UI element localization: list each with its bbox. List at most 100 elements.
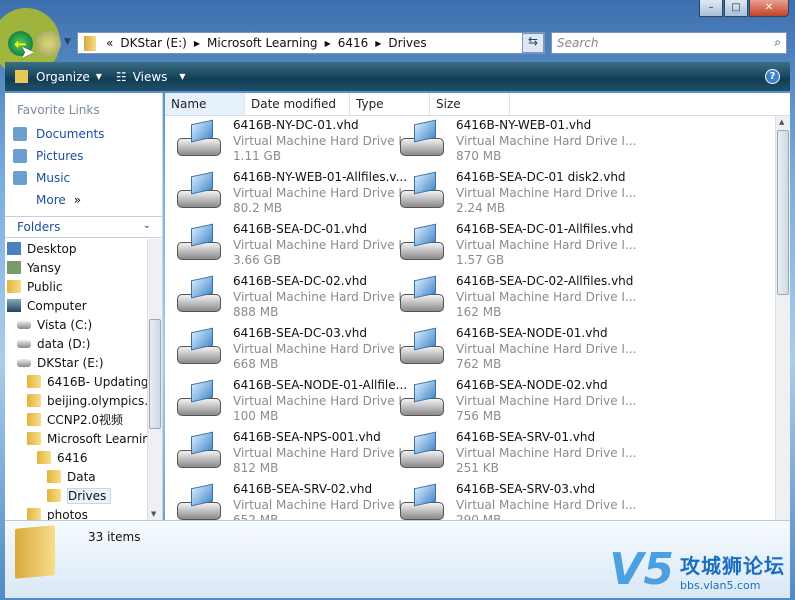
folder-tree: Desktop Yansy Public Computer Vista (C:) data…: [5, 239, 148, 520]
tree-item[interactable]: Microsoft Learning: [5, 429, 148, 448]
file-tile[interactable]: 6416B-SEA-SRV-01.vhd Virtual Machine Hard…: [393, 429, 636, 481]
folders-header[interactable]: Folders ⌄: [5, 216, 162, 238]
tree-item[interactable]: DKStar (E:): [5, 353, 148, 372]
scroll-down-arrow-icon[interactable]: ▼: [151, 510, 156, 518]
watermark-title: 攻城狮论坛: [680, 554, 785, 578]
tree-item[interactable]: Data: [5, 467, 148, 486]
file-name: 6416B-SEA-NPS-001.vhd: [233, 430, 381, 444]
views-button[interactable]: ☷ Views ▼: [116, 70, 186, 84]
music-icon: [13, 171, 27, 185]
folder-icon: [27, 413, 41, 426]
file-size: 162 MB: [456, 305, 502, 319]
file-type: Virtual Machine Hard Drive I...: [233, 289, 414, 304]
organize-button[interactable]: Organize ▼: [15, 70, 102, 84]
breadcrumb-dkstar[interactable]: DKStar (E:): [120, 36, 187, 50]
tree-item[interactable]: Desktop: [5, 239, 148, 258]
file-name: 6416B-SEA-SRV-01.vhd: [456, 430, 596, 444]
file-tile[interactable]: 6416B-SEA-NODE-01.vhd Virtual Machine Har…: [393, 325, 636, 377]
search-input[interactable]: Search ⌕: [551, 32, 787, 54]
file-type: Virtual Machine Hard Drive I...: [233, 497, 414, 512]
file-name: 6416B-SEA-NODE-01.vhd: [456, 326, 608, 340]
content-scroll-thumb[interactable]: [777, 130, 789, 295]
breadcrumb-6416[interactable]: 6416: [338, 36, 369, 50]
tree-item[interactable]: CCNP2.0视频: [5, 410, 148, 429]
file-tile[interactable]: 6416B-SEA-DC-03.vhd Virtual Machine Hard …: [170, 325, 413, 377]
mouse-cursor-icon: ➤: [20, 42, 36, 63]
column-type[interactable]: Type: [350, 93, 430, 115]
chevron-right-icon[interactable]: ▶: [194, 39, 200, 48]
scroll-up-arrow-icon[interactable]: ▲: [779, 118, 784, 126]
column-label: Size: [436, 97, 461, 111]
file-tile[interactable]: 6416B-SEA-DC-01.vhd Virtual Machine Hard …: [170, 221, 413, 273]
file-tile[interactable]: 6416B-SEA-DC-01-Allfiles.vhd Virtual Mach…: [393, 221, 636, 273]
file-name: 6416B-SEA-SRV-03.vhd: [456, 482, 596, 496]
file-tile[interactable]: 6416B-SEA-NPS-001.vhd Virtual Machine Har…: [170, 429, 413, 481]
tree-item[interactable]: 6416B- Updating y: [5, 372, 148, 391]
column-name[interactable]: Name: [165, 93, 245, 115]
maximize-button[interactable]: □: [724, 0, 748, 17]
content-scrollbar[interactable]: ▲: [775, 116, 790, 520]
address-overflow[interactable]: «: [106, 36, 113, 50]
file-tile[interactable]: 6416B-SEA-NODE-02.vhd Virtual Machine Har…: [393, 377, 636, 429]
help-icon[interactable]: ?: [765, 69, 780, 84]
folder-icon: [15, 525, 55, 579]
chevron-right-icon[interactable]: ▶: [325, 39, 331, 48]
chevron-right-icon[interactable]: ▶: [375, 39, 381, 48]
file-tile[interactable]: 6416B-NY-WEB-01-Allfiles.v... Virtual Mac…: [170, 169, 413, 221]
tree-item[interactable]: Vista (C:): [5, 315, 148, 334]
tree-item[interactable]: Public: [5, 277, 148, 296]
file-tile[interactable]: 6416B-SEA-DC-02-Allfiles.vhd Virtual Mach…: [393, 273, 636, 325]
file-tile[interactable]: 6416B-SEA-DC-01 disk2.vhd Virtual Machine…: [393, 169, 636, 221]
hard-drive-icon: [398, 275, 448, 318]
hard-drive-icon: [398, 379, 448, 422]
address-bar[interactable]: « DKStar (E:) ▶ Microsoft Learning ▶ 6416 ▶…: [77, 32, 545, 54]
file-size: 2.24 MB: [456, 201, 506, 215]
column-size[interactable]: Size: [430, 93, 510, 115]
refresh-button[interactable]: ⇆: [522, 33, 544, 53]
forward-button[interactable]: →: [36, 31, 61, 56]
tree-item[interactable]: 6416: [5, 448, 148, 467]
watermark-url: bbs.vlan5.com: [680, 579, 761, 592]
window-controls: – □ ✕: [699, 0, 789, 17]
favorite-documents[interactable]: Documents: [5, 123, 162, 145]
chevron-down-icon: ▼: [179, 72, 186, 81]
tree-item[interactable]: Drives: [5, 486, 148, 505]
tree-item[interactable]: beijing.olympics.2(: [5, 391, 148, 410]
favorite-label: Documents: [36, 127, 105, 141]
computer-icon: [7, 299, 21, 312]
recent-pages-dropdown[interactable]: ▼: [64, 37, 71, 47]
favorite-pictures[interactable]: Pictures: [5, 145, 162, 167]
file-size: 888 MB: [233, 305, 279, 319]
file-tile[interactable]: 6416B-SEA-DC-02.vhd Virtual Machine Hard …: [170, 273, 413, 325]
close-button[interactable]: ✕: [749, 0, 789, 17]
file-name: 6416B-SEA-DC-02-Allfiles.vhd: [456, 274, 634, 288]
tree-item-label: Public: [27, 279, 63, 294]
tree-item[interactable]: Computer: [5, 296, 148, 315]
favorite-music[interactable]: Music: [5, 167, 162, 189]
file-tile[interactable]: 6416B-SEA-NODE-01-Allfile... Virtual Mach…: [170, 377, 413, 429]
breadcrumb-microsoft-learning[interactable]: Microsoft Learning: [207, 36, 318, 50]
hard-drive-icon: [398, 119, 448, 162]
drive-icon: [17, 320, 31, 329]
favorite-more[interactable]: More »: [5, 189, 162, 211]
breadcrumb-drives[interactable]: Drives: [388, 36, 426, 50]
file-name: 6416B-SEA-NODE-01-Allfile...: [233, 378, 408, 392]
column-date-modified[interactable]: Date modified: [245, 93, 350, 115]
column-label: Date modified: [251, 97, 337, 111]
folder-icon: [27, 432, 41, 445]
hard-drive-icon: [175, 119, 225, 162]
file-name: 6416B-NY-WEB-01.vhd: [456, 118, 592, 132]
tree-item-label: Data: [67, 469, 96, 484]
file-size: 80.2 MB: [233, 201, 283, 215]
tree-item[interactable]: photos: [5, 505, 148, 520]
file-tile[interactable]: 6416B-NY-DC-01.vhd Virtual Machine Hard D…: [170, 117, 413, 169]
file-size: 756 MB: [456, 409, 502, 423]
nav-scrollbar[interactable]: ▼: [147, 239, 162, 520]
search-icon[interactable]: ⌕: [774, 35, 781, 50]
file-tile[interactable]: 6416B-NY-WEB-01.vhd Virtual Machine Hard …: [393, 117, 636, 169]
tree-item[interactable]: Yansy: [5, 258, 148, 277]
organize-label: Organize: [36, 69, 90, 84]
minimize-button[interactable]: –: [699, 0, 723, 17]
nav-scroll-thumb[interactable]: [149, 319, 161, 429]
tree-item[interactable]: data (D:): [5, 334, 148, 353]
